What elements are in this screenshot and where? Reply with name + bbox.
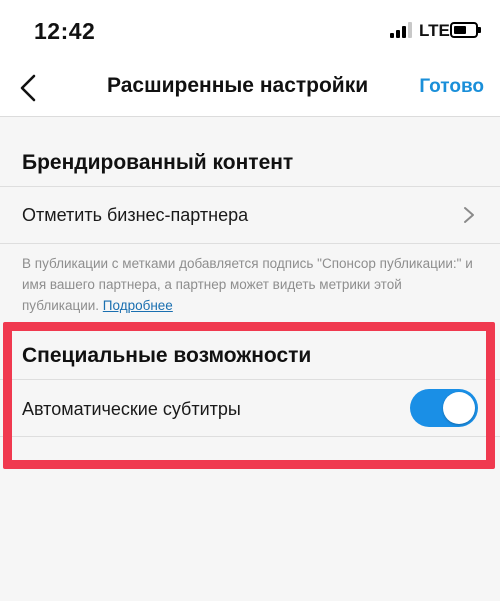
tag-business-partner-row[interactable]: Отметить бизнес-партнера: [0, 187, 500, 243]
back-button[interactable]: [10, 68, 50, 108]
chevron-right-icon: [464, 207, 474, 223]
status-bar: 12:42 LTE: [0, 0, 500, 62]
divider: [0, 243, 500, 244]
battery-icon: [450, 22, 481, 38]
footnote-text: В публикации с метками добавляется подпи…: [22, 256, 473, 313]
nav-bar: Расширенные настройки Готово: [0, 62, 500, 117]
chevron-left-icon: [20, 74, 36, 102]
branded-content-title: Брендированный контент: [22, 151, 294, 174]
signal-icon: [390, 22, 412, 38]
page-title: Расширенные настройки: [107, 74, 369, 97]
learn-more-link[interactable]: Подробнее: [103, 298, 173, 313]
toggle-knob: [443, 392, 475, 424]
branded-content-footnote: В публикации с метками добавляется подпи…: [22, 253, 482, 316]
branded-content-header: Брендированный контент: [0, 128, 500, 192]
auto-captions-row: Автоматические субтитры: [0, 380, 500, 436]
divider: [0, 436, 500, 437]
auto-captions-toggle[interactable]: [410, 389, 478, 427]
tag-business-partner-label: Отметить бизнес-партнера: [22, 205, 249, 225]
auto-captions-label: Автоматические субтитры: [22, 399, 241, 419]
network-label: LTE: [419, 21, 450, 40]
accessibility-title: Специальные возможности: [22, 344, 312, 367]
status-time: 12:42: [34, 18, 96, 44]
accessibility-header: Специальные возможности: [0, 331, 500, 379]
done-button[interactable]: Готово: [419, 76, 484, 98]
screen: 12:42 LTE Расширенные настройки Готово Б…: [0, 0, 500, 601]
